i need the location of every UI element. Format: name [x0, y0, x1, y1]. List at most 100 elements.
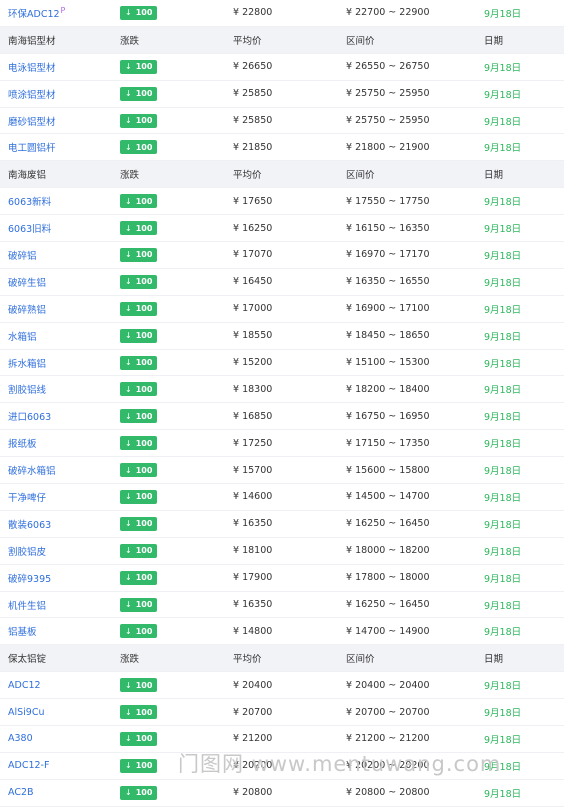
date-cell: 9月18日 [484, 788, 522, 800]
product-link[interactable]: 6063旧料 [8, 224, 51, 235]
change-value: 100 [135, 250, 153, 260]
column-header-range: 区间价 [346, 35, 375, 47]
product-link[interactable]: 破碎铝 [8, 251, 37, 262]
change-badge: ↓ 100 [120, 382, 158, 397]
table-row: 散装6063 ↓ 100 ¥ 16350 ¥ 16250 ~ 16450 9月18日 [0, 510, 564, 538]
average-price: ¥ 14800 [233, 625, 273, 637]
date-cell: 9月18日 [484, 62, 522, 74]
product-link[interactable]: 磨砂铝型材 [8, 117, 56, 128]
product-link[interactable]: 6063新料 [8, 197, 51, 208]
table-row: 割胶铝皮 ↓ 100 ¥ 18100 ¥ 18000 ~ 18200 9月18日 [0, 537, 564, 565]
arrow-down-icon: ↓ [125, 116, 132, 125]
price-range: ¥ 15100 ~ 15300 [346, 357, 430, 369]
product-link[interactable]: ADC12 [8, 680, 41, 691]
product-link[interactable]: 进口6063 [8, 412, 51, 423]
price-range: ¥ 16900 ~ 17100 [346, 303, 430, 315]
change-value: 100 [135, 411, 153, 421]
product-link[interactable]: AlSi9Cu [8, 707, 45, 718]
price-range: ¥ 16250 ~ 16450 [346, 599, 430, 611]
price-range: ¥ 14500 ~ 14700 [346, 491, 430, 503]
average-price: ¥ 16250 [233, 222, 273, 234]
average-price: ¥ 16350 [233, 599, 273, 611]
price-range: ¥ 20400 ~ 20400 [346, 679, 430, 691]
table-row: A380 ↓ 100 ¥ 21200 ¥ 21200 ~ 21200 9月18日 [0, 726, 564, 753]
change-badge: ↓ 100 [120, 409, 158, 424]
change-badge: ↓ 100 [120, 489, 158, 504]
arrow-down-icon: ↓ [125, 707, 132, 717]
table-row: 拆水箱铝 ↓ 100 ¥ 15200 ¥ 15100 ~ 15300 9月18日 [0, 349, 564, 377]
change-value: 100 [135, 438, 153, 448]
table-row: AlSi9Cu ↓ 100 ¥ 20700 ¥ 20700 ~ 20700 9月18日 [0, 699, 564, 727]
average-price: ¥ 17250 [233, 437, 273, 449]
product-link[interactable]: 破碎生铝 [8, 278, 46, 289]
arrow-down-icon: ↓ [125, 250, 132, 260]
table-row: 磨砂铝型材 ↓ 100 ¥ 25850 ¥ 25750 ~ 25950 9月18日 [0, 107, 564, 135]
product-link[interactable]: ADC12-F [8, 760, 49, 771]
product-link[interactable]: AC2B [8, 787, 34, 798]
arrow-down-icon: ↓ [125, 492, 132, 502]
product-link[interactable]: 干净啤仔 [8, 493, 46, 504]
price-range: ¥ 21200 ~ 21200 [346, 733, 430, 745]
change-badge: ↓ 100 [120, 463, 158, 478]
change-badge: ↓ 100 [120, 516, 158, 531]
average-price: ¥ 16350 [233, 518, 273, 530]
average-price: ¥ 17000 [233, 303, 273, 315]
table-row: 水箱铝 ↓ 100 ¥ 18550 ¥ 18450 ~ 18650 9月18日 [0, 322, 564, 350]
change-badge: ↓ 100 [120, 785, 158, 800]
table-row: 进口6063 ↓ 100 ¥ 16850 ¥ 16750 ~ 16950 9月18日 [0, 403, 564, 431]
average-price: ¥ 20800 [233, 787, 273, 799]
product-link[interactable]: A380 [8, 733, 33, 744]
table-row: 机件生铝 ↓ 100 ¥ 16350 ¥ 16250 ~ 16450 9月18日 [0, 591, 564, 619]
price-range: ¥ 25750 ~ 25950 [346, 115, 430, 126]
average-price: ¥ 18550 [233, 330, 273, 342]
average-price: ¥ 26650 [233, 61, 273, 73]
price-range: ¥ 14700 ~ 14900 [346, 625, 430, 637]
average-price: ¥ 25850 [233, 115, 273, 126]
change-value: 100 [135, 734, 153, 744]
price-range: ¥ 17150 ~ 17350 [346, 437, 430, 449]
column-header-avg: 平均价 [233, 654, 262, 666]
price-table: 环保ADC12P ↓ 100 ¥ 22800 ¥ 22700 ~ 22900 9月18日南… [0, 0, 564, 807]
product-link[interactable]: 破碎水箱铝 [8, 466, 56, 477]
product-link[interactable]: 报纸板 [8, 439, 37, 450]
arrow-down-icon: ↓ [125, 196, 132, 206]
product-link[interactable]: 水箱铝 [8, 332, 37, 343]
change-badge: ↓ 100 [120, 274, 158, 289]
product-link[interactable]: 割胶铝线 [8, 385, 46, 396]
change-badge: ↓ 100 [120, 221, 158, 236]
change-value: 100 [135, 680, 153, 690]
date-cell: 9月18日 [484, 250, 522, 262]
product-link[interactable]: 破碎9395 [8, 574, 51, 585]
arrow-down-icon: ↓ [125, 465, 132, 475]
product-link[interactable]: 拆水箱铝 [8, 359, 46, 370]
table-row: 电泳铝型材 ↓ 100 ¥ 26650 ¥ 26550 ~ 26750 9月18日 [0, 53, 564, 81]
average-price: ¥ 18100 [233, 545, 273, 557]
date-cell: 9月18日 [484, 734, 522, 746]
change-value: 100 [135, 465, 153, 475]
average-price: ¥ 21850 [233, 141, 273, 153]
product-link[interactable]: 破碎熟铝 [8, 305, 46, 316]
change-badge: ↓ 100 [120, 194, 158, 209]
product-link[interactable]: 电工圆铝杆 [8, 143, 56, 154]
arrow-down-icon: ↓ [125, 62, 132, 72]
table-row: 喷涂铝型材 ↓ 100 ¥ 25850 ¥ 25750 ~ 25950 9月18日 [0, 80, 564, 108]
product-link[interactable]: 电泳铝型材 [8, 63, 56, 74]
product-link[interactable]: 铝基板 [8, 627, 37, 638]
change-badge: ↓ 100 [120, 328, 158, 343]
arrow-down-icon: ↓ [125, 142, 132, 152]
product-link[interactable]: 割胶铝皮 [8, 547, 46, 558]
product-link[interactable]: 散装6063 [8, 520, 51, 531]
date-cell: 9月18日 [484, 600, 522, 612]
product-link[interactable]: 机件生铝 [8, 601, 46, 612]
date-cell: 9月18日 [484, 331, 522, 343]
product-link[interactable]: 喷涂铝型材 [8, 90, 56, 101]
arrow-down-icon: ↓ [125, 626, 132, 636]
section-header-row: 南海废铝 涨跌 平均价 区间价 日期 [0, 161, 564, 189]
change-value: 100 [135, 358, 153, 368]
change-badge: ↓ 100 [120, 5, 158, 20]
table-row: 6063旧料 ↓ 100 ¥ 16250 ¥ 16150 ~ 16350 9月18日 [0, 215, 564, 243]
price-range: ¥ 17550 ~ 17750 [346, 195, 430, 207]
product-link[interactable]: 环保ADC12 [8, 9, 60, 20]
average-price: ¥ 15700 [233, 464, 273, 476]
average-price: ¥ 15200 [233, 357, 273, 369]
